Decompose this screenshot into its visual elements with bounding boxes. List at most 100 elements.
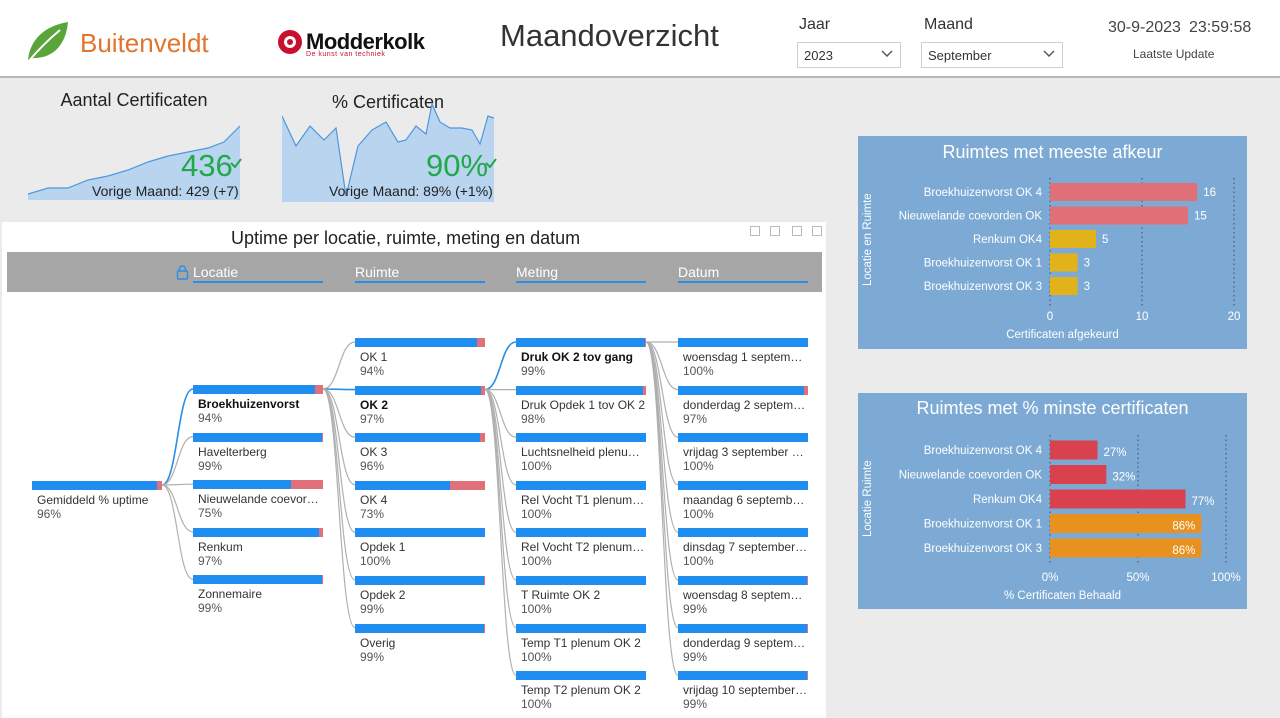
downtime-bar [321, 432, 323, 442]
tree-node-ruimte[interactable]: OK 1 94% [355, 338, 485, 378]
tree-node-datum[interactable]: dinsdag 7 september ... 100% [678, 528, 808, 568]
tree-node-meting[interactable]: Temp T1 plenum OK 2 100% [516, 623, 646, 664]
month-label: Maand [924, 16, 973, 33]
downtime-bar [806, 623, 808, 633]
downtime-bar [315, 385, 323, 394]
tree-connector [161, 436, 194, 486]
downtime-bar [483, 576, 485, 585]
uptime-bar [678, 671, 807, 681]
node-value: 100% [521, 506, 552, 521]
node-value: 100% [521, 649, 552, 664]
tree-node-datum[interactable]: maandag 6 september... 100% [678, 480, 808, 521]
tree-node-ruimte[interactable]: Opdek 2 99% [355, 576, 485, 616]
node-label: Druk Opdek 1 tov OK 2 [521, 397, 646, 412]
node-label: Luchtsnelheid plenum ... [521, 445, 646, 460]
tree-node-locatie[interactable]: Nieuwelande coevorden 75% [193, 480, 323, 520]
bar [1050, 206, 1188, 225]
tree-node-datum[interactable]: woensdag 8 septembe... 99% [678, 576, 808, 616]
tree-node-locatie[interactable]: Zonnemaire 99% [193, 575, 323, 615]
node-label: OK 2 [360, 397, 389, 412]
bar [1050, 230, 1096, 248]
bar-chart-certificaten: 0% 50% 100% Broekhuizenvorst OK 4 27% Nieuwel… [899, 435, 1241, 584]
node-label: Temp T2 plenum OK 2 [521, 683, 641, 698]
node-label: maandag 6 september... [683, 492, 808, 507]
chart-minste-certificaten[interactable]: Ruimtes met % minste certificaten Locati… [858, 393, 1247, 609]
bar [1050, 489, 1186, 509]
node-label: Rel Vocht T1 plenum O... [521, 492, 646, 507]
data-label: 77% [1192, 496, 1215, 508]
tree-connector [161, 484, 194, 580]
tree-node-ruimte[interactable]: Overig 99% [355, 623, 485, 664]
bar [1050, 465, 1107, 484]
tree-node-locatie[interactable]: Havelterberg 99% [193, 432, 323, 473]
uptime-bar [193, 385, 316, 394]
brand-modderkolk-tagline: De kunst van techniek [306, 51, 386, 58]
downtime-bar [806, 671, 808, 681]
tree-node-meting[interactable]: Druk OK 2 tov gang 99% [516, 338, 646, 378]
kpi-percent-certificaten[interactable]: % Certificaten 90% Vorige Maand: 89% (+1… [282, 88, 497, 202]
tree-connector [484, 389, 517, 486]
tree-node-ruimte[interactable]: OK 3 96% [355, 433, 485, 473]
bar-chart-afkeur: 0 10 20 Broekhuizenvorst OK 4 16 Nieuwelande … [899, 178, 1240, 323]
tree-node-datum[interactable]: donderdag 9 septemb... 99% [678, 623, 808, 664]
x-tick-label: 0% [1042, 572, 1059, 584]
downtime-bar [644, 338, 646, 347]
data-label: 5 [1102, 234, 1108, 246]
node-label: Rel Vocht T2 plenum O... [521, 540, 646, 555]
category-label: Nieuwelande coevorden OK [899, 470, 1043, 482]
kpi-value: 436 [181, 148, 233, 183]
tree-node-datum[interactable]: vrijdag 3 september 2... 100% [678, 433, 808, 473]
tree-node-meting[interactable]: Rel Vocht T2 plenum O... 100% [516, 528, 646, 568]
tree-node-meting[interactable]: Temp T2 plenum OK 2 100% [516, 671, 646, 711]
decomposition-tree[interactable]: Uptime per locatie, ruimte, meting en da… [2, 222, 826, 718]
node-label: Havelterberg [198, 444, 267, 459]
tree-node-datum[interactable]: vrijdag 10 september ... 99% [678, 671, 808, 711]
node-label: Gemiddeld % uptime [37, 493, 149, 507]
month-select[interactable]: September [921, 42, 1063, 68]
node-label: Zonnemaire [198, 587, 263, 602]
tree-node-datum[interactable]: donderdag 2 septemb... 97% [678, 385, 808, 426]
node-value: 100% [521, 602, 552, 616]
tree-node-meting[interactable]: T Ruimte OK 2 100% [516, 576, 646, 616]
uptime-bar [678, 433, 808, 443]
tree-node-root[interactable]: Gemiddeld % uptime 96% [32, 481, 162, 521]
node-value: 100% [521, 554, 552, 569]
tree-node-ruimte[interactable]: OK 4 73% [355, 480, 485, 521]
node-value: 100% [521, 459, 552, 474]
downtime-bar [449, 480, 485, 490]
tree-node-ruimte[interactable]: OK 2 97% [355, 385, 485, 426]
node-label: Broekhuizenvorst [198, 397, 300, 411]
tree-node-meting[interactable]: Luchtsnelheid plenum ... 100% [516, 433, 646, 473]
kpi-value: 90% [426, 148, 489, 183]
tree-node-locatie[interactable]: Broekhuizenvorst 94% [193, 385, 323, 425]
tree-node-datum[interactable]: woensdag 1 septembe... 100% [678, 338, 808, 378]
downtime-bar [479, 433, 485, 443]
node-value: 94% [360, 364, 385, 378]
year-value: 2023 [804, 48, 833, 63]
chevron-down-icon [1043, 50, 1055, 57]
chart-meeste-afkeur[interactable]: Ruimtes met meeste afkeur Locatie en Rui… [858, 136, 1247, 349]
tree-node-meting[interactable]: Druk Opdek 1 tov OK 2 98% [516, 385, 646, 426]
node-value: 100% [683, 506, 714, 521]
node-value: 100% [360, 554, 391, 569]
update-date: 30-9-2023 [1108, 19, 1181, 36]
data-label: 32% [1112, 472, 1135, 484]
year-select[interactable]: 2023 [797, 42, 901, 68]
kpi-aantal-certificaten[interactable]: Aantal Certificaten 436 Vorige Maand: 42… [28, 88, 242, 200]
data-label: 86% [1172, 545, 1195, 557]
tree-connector [161, 484, 194, 533]
category-label: Broekhuizenvorst OK 1 [924, 258, 1042, 270]
node-value: 99% [683, 602, 708, 616]
node-value: 99% [360, 649, 385, 664]
uptime-bar [355, 433, 480, 443]
node-value: 100% [521, 697, 552, 712]
uptime-bar [516, 480, 646, 490]
tree-node-ruimte[interactable]: Opdek 1 100% [355, 528, 485, 568]
tree-node-locatie[interactable]: Renkum 97% [193, 527, 323, 568]
x-tick-label: 10 [1136, 311, 1149, 323]
category-label: Renkum OK4 [973, 494, 1043, 506]
x-axis-label: % Certificaten Behaald [1004, 590, 1121, 602]
category-label: Renkum OK4 [973, 234, 1043, 246]
tree-node-meting[interactable]: Rel Vocht T1 plenum O... 100% [516, 480, 646, 521]
node-label: Druk OK 2 tov gang [521, 350, 634, 364]
